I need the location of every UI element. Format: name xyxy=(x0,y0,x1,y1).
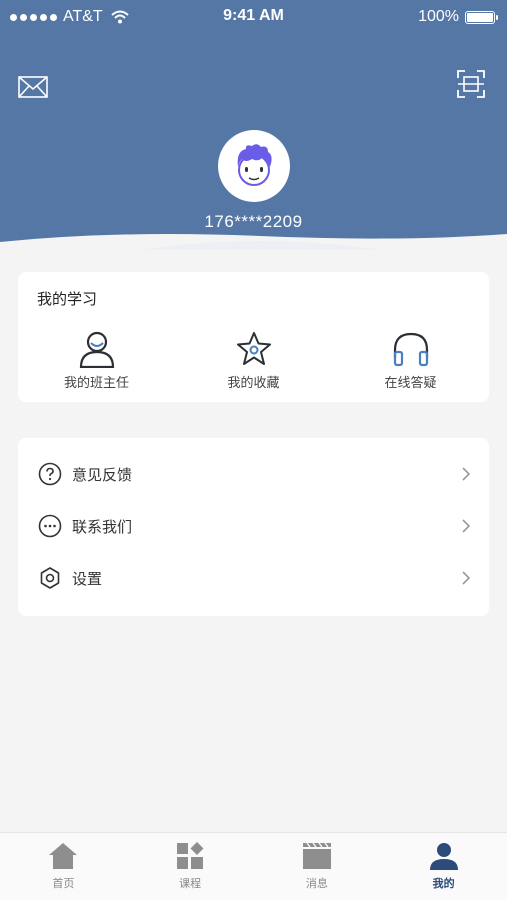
menu-item-label: 联系我们 xyxy=(72,517,133,536)
battery-icon xyxy=(465,10,498,24)
tab-me[interactable]: 我的 xyxy=(380,833,507,900)
chevron-right-icon xyxy=(462,571,471,585)
tab-messages[interactable]: 消息 xyxy=(254,833,381,900)
home-icon xyxy=(49,843,78,869)
question-icon xyxy=(38,462,62,486)
menu-item-settings[interactable]: 设置 xyxy=(18,552,489,604)
study-item-label: 我的收藏 xyxy=(227,376,280,391)
grid-icon xyxy=(177,842,204,869)
mail-icon[interactable] xyxy=(18,74,48,100)
study-item-label: 我的班主任 xyxy=(63,376,129,391)
headphones-icon xyxy=(393,332,428,367)
tab-home[interactable]: 首页 xyxy=(0,833,127,900)
menu-card: 意见反馈 联系我们 设置 xyxy=(18,438,489,616)
menu-item-label: 意见反馈 xyxy=(72,465,133,484)
study-item-teacher[interactable]: 我的班主任 xyxy=(18,330,175,391)
my-study-card: 我的学习 我的班主任 我的收藏 在线答疑 xyxy=(18,272,489,402)
status-right: 100% xyxy=(418,8,498,26)
study-item-online-qa[interactable]: 在线答疑 xyxy=(332,330,489,391)
message-icon xyxy=(302,842,331,869)
chevron-right-icon xyxy=(462,519,471,533)
avatar-face-icon xyxy=(237,144,272,186)
tab-bar: 首页 课程 消息 我的 xyxy=(0,832,507,900)
user-icon xyxy=(429,843,458,870)
chat-icon xyxy=(38,514,62,538)
my-study-title: 我的学习 xyxy=(37,290,98,308)
star-icon xyxy=(236,332,271,365)
chevron-right-icon xyxy=(462,467,471,481)
study-item-favorites[interactable]: 我的收藏 xyxy=(175,330,332,391)
tab-label: 课程 xyxy=(179,877,202,890)
tab-courses[interactable]: 课程 xyxy=(127,833,254,900)
menu-item-contact[interactable]: 联系我们 xyxy=(18,500,489,552)
profile-header: AT&T 9:41 AM 100% 176****2209 xyxy=(0,0,507,250)
menu-item-label: 设置 xyxy=(72,569,103,588)
avatar[interactable] xyxy=(218,130,290,202)
scan-icon[interactable] xyxy=(457,70,485,98)
tab-label: 首页 xyxy=(52,877,75,890)
status-bar: AT&T 9:41 AM 100% xyxy=(0,0,507,36)
my-study-items: 我的班主任 我的收藏 在线答疑 xyxy=(18,330,489,391)
header-wave xyxy=(0,234,507,250)
study-item-label: 在线答疑 xyxy=(384,376,437,391)
settings-icon xyxy=(40,567,60,589)
teacher-icon xyxy=(79,331,114,368)
menu-item-feedback[interactable]: 意见反馈 xyxy=(18,448,489,500)
tab-label: 我的 xyxy=(432,877,455,890)
tab-label: 消息 xyxy=(305,877,328,890)
battery-percentage: 100% xyxy=(418,8,459,25)
